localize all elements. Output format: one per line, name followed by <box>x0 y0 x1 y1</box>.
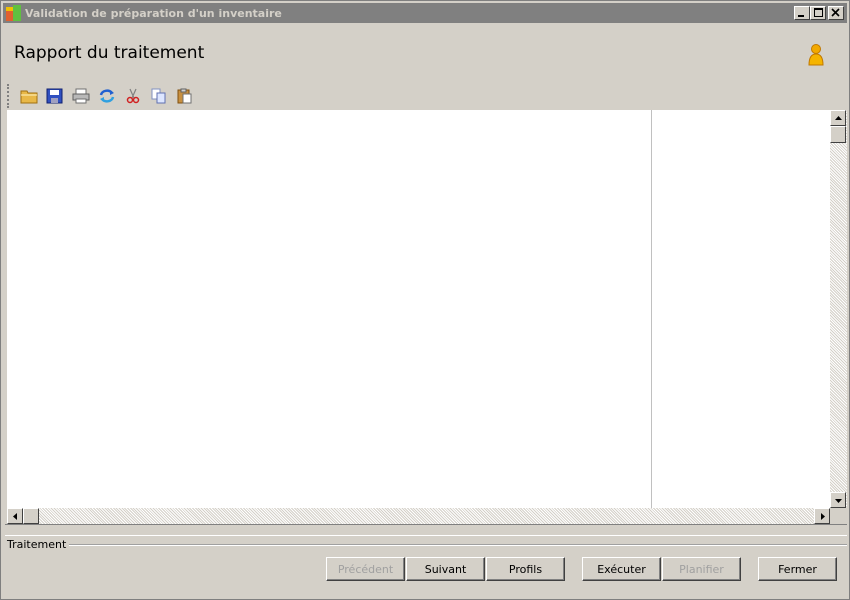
close-icon <box>831 8 840 17</box>
vertical-scrollbar[interactable] <box>830 110 847 508</box>
close-window-button[interactable]: Fermer <box>758 557 837 581</box>
schedule-button[interactable]: Planifier <box>662 557 741 581</box>
window-title: Validation de préparation d'un inventair… <box>25 6 282 20</box>
scroll-corner <box>830 508 847 524</box>
arrow-left-icon <box>13 513 17 520</box>
scroll-thumb-vertical[interactable] <box>830 126 846 143</box>
next-button[interactable]: Suivant <box>406 557 485 581</box>
profiles-button[interactable]: Profils <box>486 557 565 581</box>
arrow-right-icon <box>821 513 825 520</box>
scroll-right-button[interactable] <box>814 508 830 524</box>
section-label: Traitement <box>7 538 70 551</box>
toolbar-grip[interactable] <box>7 84 10 108</box>
title-bar[interactable]: Validation de préparation d'un inventair… <box>3 3 847 23</box>
cut-button[interactable] <box>120 85 146 107</box>
arrow-up-icon <box>835 116 842 120</box>
cut-icon <box>126 88 140 104</box>
refresh-icon <box>99 89 115 103</box>
paste-button[interactable] <box>172 85 198 107</box>
save-icon <box>46 88 63 104</box>
close-button[interactable] <box>828 6 844 20</box>
user-icon <box>808 44 824 66</box>
save-button[interactable] <box>42 85 68 107</box>
print-button[interactable] <box>68 85 94 107</box>
minimize-button[interactable] <box>794 6 810 20</box>
app-icon <box>6 5 22 21</box>
open-button[interactable] <box>16 85 42 107</box>
print-icon <box>72 88 90 104</box>
scroll-down-button[interactable] <box>830 492 846 508</box>
page-title: Rapport du traitement <box>14 43 205 63</box>
minimize-icon <box>798 15 804 17</box>
maximize-icon <box>814 8 823 17</box>
scroll-thumb-horizontal[interactable] <box>23 508 39 524</box>
execute-button[interactable]: Exécuter <box>582 557 661 581</box>
status-separator <box>5 524 847 536</box>
refresh-button[interactable] <box>94 85 120 107</box>
copy-icon <box>151 88 166 104</box>
report-area[interactable] <box>7 110 847 524</box>
maximize-button[interactable] <box>810 6 826 20</box>
paste-icon <box>177 88 192 104</box>
previous-button[interactable]: Précédent <box>326 557 405 581</box>
scroll-left-button[interactable] <box>7 508 23 524</box>
arrow-down-icon <box>835 499 842 503</box>
scroll-up-button[interactable] <box>830 110 846 126</box>
report-side-pane[interactable] <box>651 110 829 508</box>
section-divider <box>61 544 847 546</box>
open-folder-icon <box>20 90 38 104</box>
horizontal-scrollbar[interactable] <box>7 508 830 524</box>
toolbar <box>7 84 198 108</box>
copy-button[interactable] <box>146 85 172 107</box>
main-window: Validation de préparation d'un inventair… <box>0 0 850 600</box>
